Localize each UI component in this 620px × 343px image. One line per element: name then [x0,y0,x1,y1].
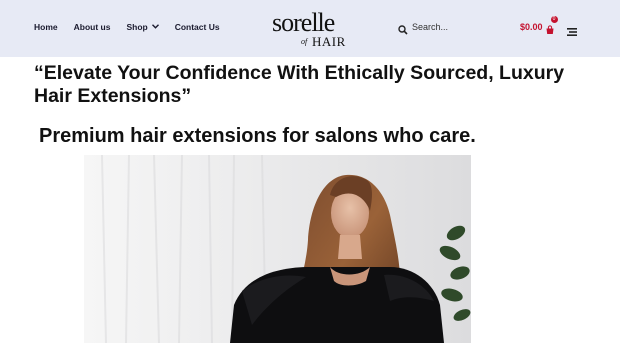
nav-about[interactable]: About us [74,22,111,32]
logo-of: of [301,37,308,46]
nav-contact-label: Contact Us [174,22,220,32]
search-box [398,22,492,35]
search-icon[interactable] [398,22,408,35]
cart-amount: $0.00 [520,22,543,32]
hero-image [84,155,471,343]
nav-shop-label: Shop [126,22,148,32]
nav-shop[interactable]: Shop [126,22,159,32]
nav-contact[interactable]: Contact Us [175,22,220,32]
site-logo[interactable]: sorelle of HAIR [272,8,346,50]
main-nav: Home About us Shop Contact Us [34,22,236,32]
hero-quote: “Elevate Your Confidence With Ethically … [34,62,565,107]
nav-home[interactable]: Home [34,22,58,32]
nav-about-label: About us [73,22,111,32]
cart-count-badge: 0 [550,16,558,23]
search-input[interactable] [412,22,492,32]
logo-hair: HAIR [312,34,346,49]
hero-tagline: Premium hair extensions for salons who c… [39,125,476,147]
cart-button[interactable]: $0.00 0 [520,16,558,34]
chevron-down-icon [151,23,159,31]
nav-home-label: Home [34,22,58,32]
logo-wordmark: sorelle [272,8,335,37]
hero-photo-illustration [84,155,471,343]
cart-icon: 0 [545,16,558,34]
site-header: Home About us Shop Contact Us sorelle of… [0,0,620,57]
menu-icon[interactable] [567,23,577,36]
